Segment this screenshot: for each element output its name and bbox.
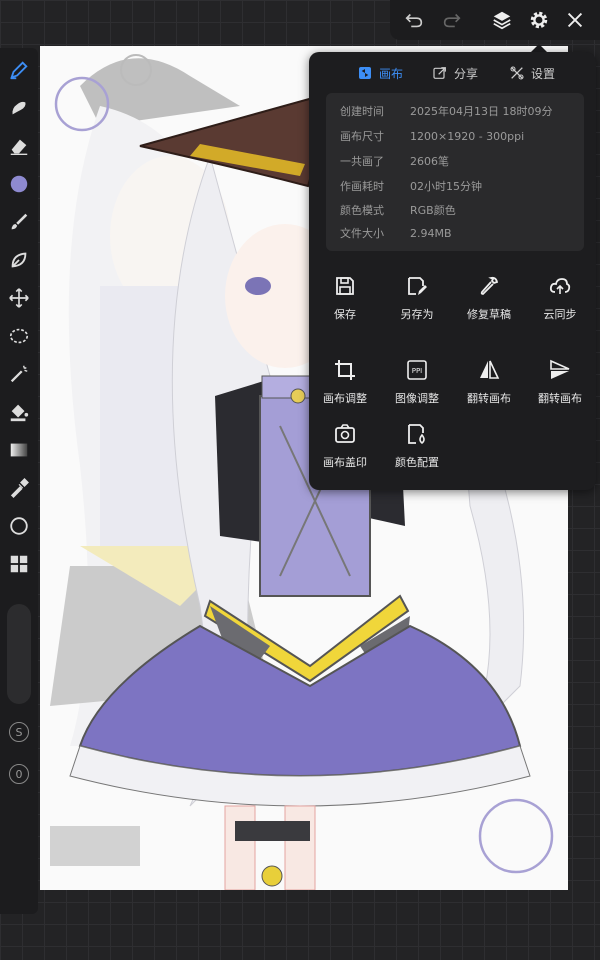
tab-share[interactable]: 分享: [432, 62, 478, 84]
tab-canvas[interactable]: 画布: [357, 62, 403, 84]
paint-bucket-icon: [10, 404, 29, 422]
paintbrush-icon: [11, 213, 28, 230]
info-row: 文件大小 2.94MB: [340, 226, 452, 241]
flip-canvas-vertical-button[interactable]: 翻转画布: [524, 358, 596, 414]
save-as-button[interactable]: 另存为: [381, 274, 453, 330]
canvas-stamp-icon: [335, 424, 355, 443]
gear-icon: [530, 11, 548, 29]
ppi-badge-text: PPI: [412, 367, 423, 375]
tab-label: 设置: [531, 66, 556, 81]
grid-apps-icon: [10, 555, 28, 573]
tab-label: 分享: [454, 66, 479, 81]
info-row: 颜色模式 RGB颜色: [340, 204, 456, 217]
eyedropper-icon: [10, 478, 29, 498]
undo-icon: [405, 13, 423, 28]
close-button[interactable]: [563, 8, 587, 32]
settings-button[interactable]: [527, 8, 551, 32]
repair-draft-button[interactable]: 修复草稿: [453, 274, 525, 330]
cloud-sync-button[interactable]: 云同步: [524, 274, 596, 330]
move-arrows-icon: [9, 288, 29, 308]
tab-label: 画布: [379, 66, 404, 81]
info-row: 画布尺寸 1200×1920 - 300ppi: [340, 129, 525, 144]
flip-canvas-horizontal-button[interactable]: 翻转画布: [453, 358, 525, 414]
lasso-fill-button[interactable]: [5, 246, 33, 274]
gradient-tool-button[interactable]: [5, 436, 33, 464]
canvas-stamp-button[interactable]: 画布盖印: [309, 422, 381, 478]
transform-tool-button[interactable]: [5, 284, 33, 312]
more-tools-button[interactable]: [5, 550, 33, 578]
fill-bucket-button[interactable]: [5, 398, 33, 426]
eyedropper-button[interactable]: [5, 474, 33, 502]
smudge-tool-button[interactable]: [5, 94, 33, 122]
color-picker-button[interactable]: [5, 170, 33, 198]
opacity-indicator: 0: [9, 764, 29, 784]
flip-vertical-icon: [550, 359, 570, 379]
canvas-info-panel: 创建时间 2025年04月13日 18时09分 画布尺寸 1200×1920 - 3…: [326, 93, 584, 251]
info-row: 作画耗时 02小时15分钟: [340, 180, 482, 193]
redo-button[interactable]: [440, 8, 464, 32]
top-toolbar: [390, 0, 600, 40]
canvas-adjust-button[interactable]: 画布调整: [309, 358, 381, 414]
popup-tabs: 画布 分享 设置: [309, 62, 596, 84]
eraser-icon: [10, 139, 28, 155]
crop-icon: [335, 360, 355, 380]
wrench-settings-icon: [510, 66, 524, 80]
eraser-tool-button[interactable]: [5, 132, 33, 160]
ppi-icon: PPI: [407, 360, 427, 380]
undo-button[interactable]: [402, 8, 426, 32]
redo-icon: [443, 13, 461, 28]
brush-size-slider[interactable]: [7, 604, 31, 704]
dashed-selection-icon: [9, 328, 29, 344]
save-as-icon: [408, 277, 427, 295]
layers-icon: [493, 11, 511, 30]
size-indicator: S: [9, 722, 29, 742]
pen-icon: [10, 61, 28, 80]
shape-tool-button[interactable]: [5, 512, 33, 540]
smudge-icon: [12, 101, 26, 115]
repair-wrench-icon: [480, 276, 499, 295]
gradient-icon: [10, 443, 28, 457]
selection-tool-button[interactable]: [5, 322, 33, 350]
canvas-menu-popup: 画布 分享 设置 创建时间 2025年04月13日 18时09分 画布尺寸 1200…: [309, 52, 596, 490]
save-button[interactable]: 保存: [309, 274, 381, 330]
magic-wand-icon: [10, 365, 28, 383]
brush-tool-button[interactable]: [5, 56, 33, 84]
cloud-sync-icon: [549, 278, 571, 294]
color-config-button[interactable]: 颜色配置: [381, 422, 453, 478]
color-swatch-icon: [10, 175, 28, 193]
info-row: 创建时间 2025年04月13日 18时09分: [340, 105, 553, 118]
share-icon: [433, 67, 446, 79]
image-adjust-button[interactable]: PPI 图像调整: [381, 358, 453, 414]
flip-horizontal-icon: [480, 360, 500, 379]
color-config-icon: [408, 424, 425, 445]
circle-shape-icon: [10, 517, 28, 535]
brush-library-button[interactable]: [5, 208, 33, 236]
magic-wand-button[interactable]: [5, 360, 33, 388]
close-icon: [567, 12, 583, 28]
save-icon: [336, 277, 354, 295]
layers-button[interactable]: [490, 8, 514, 32]
canvas-icon: [359, 67, 371, 79]
info-row: 一共画了 2606笔: [340, 155, 449, 168]
tool-sidebar: S 0: [0, 48, 38, 914]
tab-settings[interactable]: 设置: [509, 62, 555, 84]
leaf-lasso-icon: [11, 252, 27, 268]
